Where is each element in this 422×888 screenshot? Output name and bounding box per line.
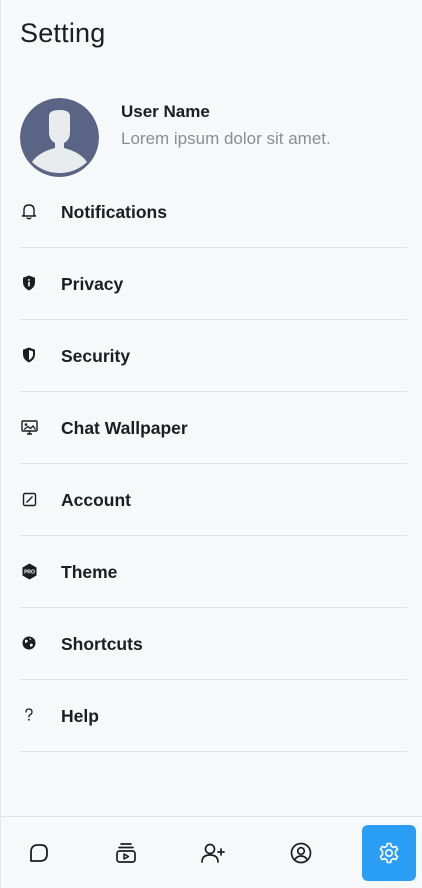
menu-item-label: Chat Wallpaper	[61, 418, 188, 438]
menu-item-account[interactable]: Account	[20, 464, 407, 536]
menu-item-label: Theme	[61, 562, 118, 582]
menu-item-notifications[interactable]: Notifications	[20, 176, 407, 248]
tab-add-contact[interactable]	[186, 825, 240, 881]
gear-icon	[379, 842, 399, 864]
menu-item-label: Security	[61, 346, 131, 366]
avatar[interactable]	[20, 98, 99, 177]
pro-hexagon-icon: PRO	[20, 562, 38, 580]
menu-item-security[interactable]: Security	[20, 320, 407, 392]
user-circle-icon	[290, 842, 312, 864]
tab-media[interactable]	[99, 825, 153, 881]
menu-item-label: Privacy	[61, 274, 124, 294]
menu-item-help[interactable]: Help	[20, 680, 407, 752]
wallpaper-icon	[20, 418, 38, 436]
avatar-silhouette-icon	[20, 98, 99, 177]
edit-square-icon	[20, 490, 38, 508]
tab-profile[interactable]	[274, 825, 328, 881]
menu-item-label: Shortcuts	[61, 634, 143, 654]
tab-settings[interactable]	[362, 825, 416, 881]
svg-text:PRO: PRO	[24, 569, 35, 575]
menu-item-label: Account	[61, 490, 131, 510]
menu-item-privacy[interactable]: Privacy	[20, 248, 407, 320]
user-bio: Lorem ipsum dolor sit amet.	[121, 129, 331, 148]
user-name: User Name	[121, 102, 210, 121]
menu-item-chat-wallpaper[interactable]: Chat Wallpaper	[20, 392, 407, 464]
shield-info-icon	[20, 274, 38, 292]
settings-page: Setting User Name Lorem ipsum dolor sit …	[0, 0, 422, 888]
bell-icon	[20, 202, 38, 220]
page-title: Setting	[20, 18, 106, 48]
menu-item-label: Help	[61, 706, 99, 726]
add-user-icon	[201, 843, 225, 863]
shield-half-icon	[20, 346, 38, 364]
bottom-nav	[1, 816, 422, 888]
menu-item-theme[interactable]: PRO Theme	[20, 536, 407, 608]
menu-item-shortcuts[interactable]: Shortcuts	[20, 608, 407, 680]
settings-menu: Notifications Privacy Security Chat Wall…	[20, 176, 407, 752]
globe-icon	[20, 634, 38, 652]
profile-card[interactable]: User Name Lorem ipsum dolor sit amet.	[20, 98, 410, 178]
media-stack-icon	[116, 843, 136, 863]
question-icon	[20, 706, 38, 724]
tab-chats[interactable]	[12, 825, 66, 881]
menu-item-label: Notifications	[61, 202, 167, 222]
chat-icon	[30, 844, 48, 862]
